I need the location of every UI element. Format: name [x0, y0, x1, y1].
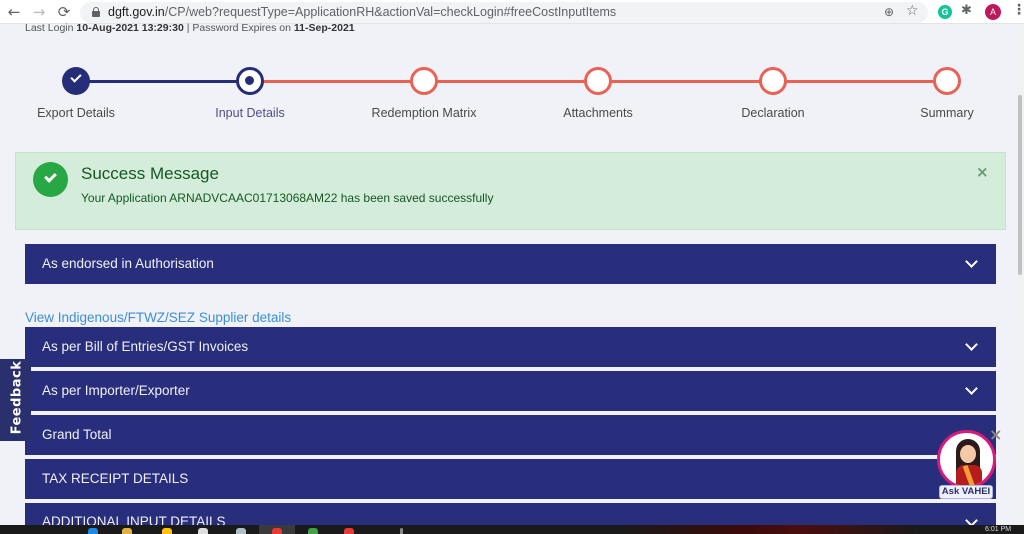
ask-vahei-chatbot[interactable]: Ask VAHEI	[937, 430, 997, 500]
panel-title: Grand Total	[42, 427, 112, 442]
feedback-tab[interactable]: Feedback	[0, 359, 31, 441]
step-current-icon	[236, 67, 264, 95]
taskbar-app-icon[interactable]	[162, 528, 172, 534]
success-check-icon	[33, 162, 68, 197]
taskbar-app-icon[interactable]	[236, 528, 246, 534]
step-pending-icon	[759, 67, 787, 95]
panel-title: As per Importer/Exporter	[42, 383, 190, 398]
taskbar-pdf-icon[interactable]	[344, 528, 354, 534]
bookmark-star-icon[interactable]: ☆	[906, 3, 919, 19]
taskbar-folder-icon[interactable]	[122, 528, 132, 534]
reload-icon[interactable]: ⟳	[55, 3, 73, 21]
taskbar-chrome-icon[interactable]	[272, 528, 282, 534]
url-domain: dgft.gov.in	[108, 5, 165, 19]
step-label: Summary	[920, 106, 974, 120]
last-login-label: Last Login	[25, 22, 74, 34]
zoom-magnifier-icon[interactable]: ⊕	[884, 5, 894, 19]
view-supplier-details-link[interactable]: View Indigenous/FTWZ/SEZ Supplier detail…	[25, 310, 291, 325]
step-pending-icon	[584, 67, 612, 95]
taskbar-clock[interactable]: 6:01 PM	[985, 525, 1011, 534]
taskbar-wallpaper	[620, 525, 920, 534]
alert-message: Your Application ARNADVCAAC01713068AM22 …	[81, 191, 494, 205]
step-label: Redemption Matrix	[371, 106, 477, 120]
lock-icon[interactable]	[92, 7, 100, 17]
step-input-details[interactable]: Input Details	[190, 67, 310, 120]
chatbot-label: Ask VAHEI	[939, 485, 993, 499]
step-pending-icon	[410, 67, 438, 95]
alert-title: Success Message	[81, 164, 219, 183]
step-summary[interactable]: Summary	[887, 67, 1007, 120]
taskbar-excel-icon[interactable]	[308, 528, 318, 534]
step-done-check-icon	[62, 67, 90, 95]
chevron-down-icon[interactable]	[965, 255, 978, 268]
panel-title: TAX RECEIPT DETAILS	[42, 471, 189, 486]
last-login-value: 10-Aug-2021 13:29:30	[76, 22, 184, 34]
forward-arrow-icon[interactable]: →	[30, 3, 48, 21]
address-bar[interactable]: dgft.gov.in/CP/web?requestType=Applicati…	[80, 2, 928, 23]
back-arrow-icon[interactable]: ←	[5, 3, 23, 21]
panel-grand-total[interactable]: Grand Total	[25, 415, 996, 455]
taskbar-edge-icon[interactable]	[88, 528, 98, 534]
password-expires-value: 11-Sep-2021	[293, 22, 355, 34]
extensions-puzzle-icon[interactable]: ✱	[961, 3, 972, 18]
feedback-label: Feedback	[9, 360, 25, 435]
grammarly-extension-icon[interactable]: G	[938, 5, 952, 19]
step-attachments[interactable]: Attachments	[538, 67, 658, 120]
password-expires-label: Password Expires on	[192, 22, 291, 34]
url-text[interactable]: dgft.gov.in/CP/web?requestType=Applicati…	[108, 5, 616, 19]
os-taskbar: 6:01 PM	[0, 525, 1024, 534]
panel-endorsed-authorisation[interactable]: As endorsed in Authorisation	[25, 244, 996, 284]
chatbot-avatar-icon	[937, 430, 996, 489]
profile-avatar[interactable]: A	[985, 4, 1001, 20]
progress-stepper: Export Details Input Details Redemption …	[0, 58, 1017, 128]
panel-importer-exporter[interactable]: As per Importer/Exporter	[25, 371, 996, 411]
step-export-details[interactable]: Export Details	[16, 67, 136, 120]
scrollbar-thumb[interactable]	[1018, 95, 1022, 275]
browser-toolbar: ← → ⟳ dgft.gov.in/CP/web?requestType=App…	[0, 0, 1024, 24]
chatbot-close-icon[interactable]: ×	[989, 427, 1002, 443]
last-login-info: Last Login 10-Aug-2021 13:29:30 | Passwo…	[25, 22, 355, 34]
step-pending-icon	[933, 67, 961, 95]
browser-menu-icon[interactable]: ⋮	[1012, 2, 1024, 18]
taskbar-app-icon[interactable]	[198, 528, 208, 534]
panel-title: As endorsed in Authorisation	[42, 256, 214, 271]
step-label: Input Details	[215, 106, 285, 120]
step-declaration[interactable]: Declaration	[713, 67, 833, 120]
step-label: Export Details	[37, 106, 115, 120]
panel-title: As per Bill of Entries/GST Invoices	[42, 339, 249, 354]
success-alert: Success Message Your Application ARNADVC…	[15, 152, 1006, 230]
step-redemption-matrix[interactable]: Redemption Matrix	[364, 67, 484, 120]
separator: |	[186, 22, 190, 34]
close-icon[interactable]: ×	[976, 165, 989, 180]
step-label: Attachments	[563, 106, 633, 120]
page-scrollbar[interactable]	[1017, 25, 1024, 534]
taskbar-app-icon[interactable]	[400, 528, 403, 534]
step-label: Declaration	[741, 106, 805, 120]
chevron-down-icon[interactable]	[965, 338, 978, 351]
url-path: /CP/web?requestType=ApplicationRH&action…	[164, 5, 617, 19]
panel-bill-of-entries[interactable]: As per Bill of Entries/GST Invoices	[25, 327, 996, 367]
panel-tax-receipt-details[interactable]: TAX RECEIPT DETAILS	[25, 459, 996, 499]
chevron-down-icon[interactable]	[965, 382, 978, 395]
